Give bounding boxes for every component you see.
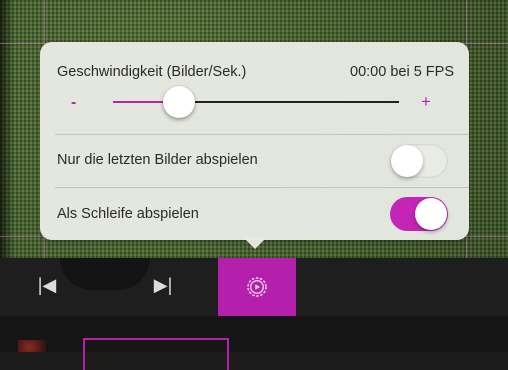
popover-arrow xyxy=(244,238,266,249)
fps-status: 00:00 bei 5 FPS xyxy=(350,64,454,80)
preview-edge-shade xyxy=(0,0,14,258)
loop-label: Als Schleife abspielen xyxy=(57,206,199,222)
divider xyxy=(55,134,469,135)
skip-to-start-button[interactable]: |◀ xyxy=(32,275,62,295)
frame-filmstrip xyxy=(0,316,508,370)
playback-settings-button[interactable] xyxy=(218,258,296,316)
gear-play-icon xyxy=(247,277,267,297)
bottom-toolbar: |◀ ▶| xyxy=(0,258,508,316)
last-frames-toggle[interactable] xyxy=(390,144,448,178)
skip-to-end-icon: ▶| xyxy=(153,275,173,295)
speed-slider-track[interactable] xyxy=(113,101,399,103)
skip-to-start-icon: |◀ xyxy=(37,275,57,295)
skip-to-end-button[interactable]: ▶| xyxy=(148,275,178,295)
playback-settings-popover: Geschwindigkeit (Bilder/Sek.) 00:00 bei … xyxy=(40,42,469,240)
speed-increase-button[interactable]: + xyxy=(421,92,431,112)
speed-label: Geschwindigkeit (Bilder/Sek.) xyxy=(57,64,247,80)
speed-decrease-button[interactable]: - xyxy=(71,94,76,112)
toggle-knob xyxy=(415,198,447,230)
frame-thumbnail[interactable] xyxy=(18,340,46,352)
divider xyxy=(55,187,469,188)
toolbar-notch xyxy=(60,258,150,290)
speed-slider-thumb[interactable] xyxy=(162,86,195,118)
loop-toggle[interactable] xyxy=(390,197,448,231)
last-frames-label: Nur die letzten Bilder abspielen xyxy=(57,152,258,168)
toggle-knob xyxy=(391,145,423,177)
selected-frame-thumbnail[interactable] xyxy=(83,338,229,370)
